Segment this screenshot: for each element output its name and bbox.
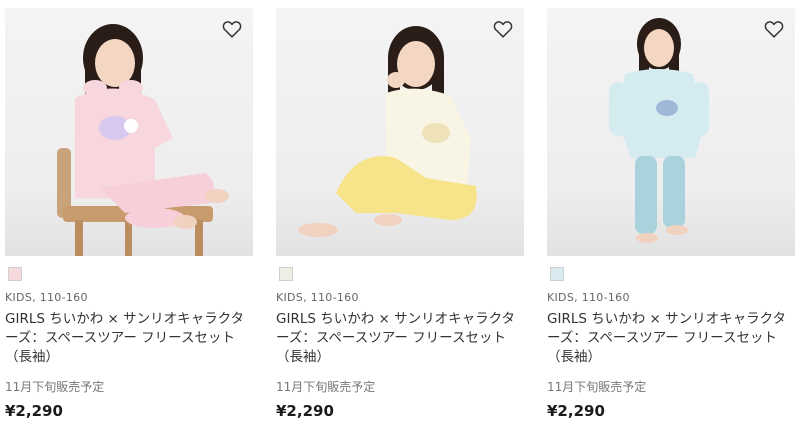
price: ¥2,290 <box>276 402 334 420</box>
product-title[interactable]: GIRLS ちいかわ × サンリオキャラクタ ーズ：スペースツアー フリースセッ… <box>547 310 795 367</box>
girl-sitting-illustration <box>298 26 477 237</box>
title-line-1: GIRLS ちいかわ × サンリオキャラクタ <box>276 311 516 327</box>
girl-on-chair-illustration <box>57 24 229 256</box>
product-meta: KIDS, 110-160 <box>276 291 359 304</box>
sale-date: 11月下旬販売予定 <box>547 380 647 394</box>
title-line-2: ーズ：スペースツアー フリースセット <box>276 330 507 346</box>
product-card[interactable]: KIDS, 110-160 GIRLS ちいかわ × サンリオキャラクタ ーズ：… <box>276 8 524 428</box>
title-line-2: ーズ：スペースツアー フリースセット <box>547 330 778 346</box>
title-line-2: ーズ：スペースツアー フリースセット <box>5 330 236 346</box>
title-line-3: （長袖） <box>276 349 330 365</box>
title-line-1: GIRLS ちいかわ × サンリオキャラクタ <box>5 311 245 327</box>
product-meta: KIDS, 110-160 <box>5 291 88 304</box>
color-swatch[interactable] <box>279 267 293 281</box>
sale-date: 11月下旬販売予定 <box>276 380 376 394</box>
price: ¥2,290 <box>5 402 63 420</box>
favorite-heart-icon[interactable] <box>763 18 785 40</box>
product-meta: KIDS, 110-160 <box>547 291 630 304</box>
product-card[interactable]: KIDS, 110-160 GIRLS ちいかわ × サンリオキャラクタ ーズ：… <box>547 8 795 428</box>
favorite-heart-icon[interactable] <box>221 18 243 40</box>
product-card[interactable]: KIDS, 110-160 GIRLS ちいかわ × サンリオキャラクタ ーズ：… <box>5 8 253 428</box>
product-image[interactable] <box>276 8 524 256</box>
color-swatch[interactable] <box>8 267 22 281</box>
sale-date: 11月下旬販売予定 <box>5 380 105 394</box>
product-title[interactable]: GIRLS ちいかわ × サンリオキャラクタ ーズ：スペースツアー フリースセッ… <box>276 310 524 367</box>
product-grid: KIDS, 110-160 GIRLS ちいかわ × サンリオキャラクタ ーズ：… <box>0 0 800 432</box>
title-line-1: GIRLS ちいかわ × サンリオキャラクタ <box>547 311 787 327</box>
price: ¥2,290 <box>547 402 605 420</box>
favorite-heart-icon[interactable] <box>492 18 514 40</box>
product-image[interactable] <box>5 8 253 256</box>
product-title[interactable]: GIRLS ちいかわ × サンリオキャラクタ ーズ：スペースツアー フリースセッ… <box>5 310 253 367</box>
girl-standing-illustration <box>609 18 709 243</box>
title-line-3: （長袖） <box>5 349 59 365</box>
color-swatch[interactable] <box>550 267 564 281</box>
product-image[interactable] <box>547 8 795 256</box>
title-line-3: （長袖） <box>547 349 601 365</box>
